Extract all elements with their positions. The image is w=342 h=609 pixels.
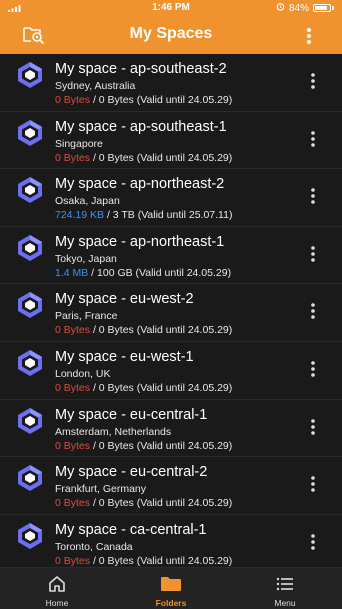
space-usage: 0 Bytes / 0 Bytes (Valid until 24.05.29) (55, 497, 232, 509)
more-vertical-icon[interactable] (310, 360, 316, 378)
space-name: My space - ap-northeast-2 (55, 176, 225, 193)
space-used: 1.4 MB (55, 266, 89, 279)
space-logo-icon (17, 522, 43, 550)
space-used: 724.19 KB (55, 209, 105, 222)
more-vertical-icon[interactable] (310, 72, 316, 90)
list-item[interactable]: My space - ca-central-1 Toronto, Canada 0 … (0, 514, 342, 568)
space-quota: / 3 TB (Valid until 25.07.11) (104, 209, 233, 222)
space-usage: 724.19 KB / 3 TB (Valid until 25.07.11) (55, 209, 232, 221)
space-used: 0 Bytes (55, 381, 91, 394)
space-usage: 0 Bytes / 0 Bytes (Valid until 24.05.29) (55, 555, 232, 567)
tab-menu[interactable]: Menu (228, 568, 342, 609)
space-logo-icon (17, 119, 43, 147)
space-used: 0 Bytes (55, 554, 91, 567)
spaces-list: My space - ap-southeast-2 Sydney, Austral… (0, 54, 342, 568)
space-location: Tokyo, Japan (55, 252, 117, 265)
space-name: My space - ap-southeast-1 (55, 118, 227, 135)
alarm-icon (276, 2, 285, 14)
list-item[interactable]: My space - eu-central-2 Frankfurt, German… (0, 457, 342, 515)
space-quota: / 0 Bytes (Valid until 24.05.29) (90, 554, 233, 567)
space-location: Paris, France (55, 310, 118, 323)
space-quota: / 0 Bytes (Valid until 24.05.29) (90, 94, 233, 106)
tab-folders-label: Folders (155, 598, 187, 608)
battery-icon (313, 4, 331, 12)
tab-home[interactable]: Home (0, 568, 114, 609)
space-name: My space - ap-northeast-1 (55, 233, 225, 250)
space-usage: 1.4 MB / 100 GB (Valid until 24.05.29) (55, 267, 231, 279)
tab-menu-label: Menu (274, 598, 296, 608)
more-vertical-icon[interactable] (310, 418, 316, 436)
list-item[interactable]: My space - eu-west-1 London, UK 0 Bytes / … (0, 341, 342, 400)
space-location: Toronto, Canada (55, 540, 133, 553)
battery-status: 84% (276, 2, 334, 14)
space-used: 0 Bytes (55, 439, 91, 452)
space-location: Amsterdam, Netherlands (55, 425, 172, 438)
list-item[interactable]: My space - ap-southeast-1 Singapore 0 Byte… (0, 111, 342, 170)
space-used: 0 Bytes (55, 497, 91, 510)
space-location: Sydney, Australia (55, 80, 136, 92)
space-logo-icon (17, 234, 43, 262)
list-menu-icon (276, 577, 293, 591)
battery-text: 84% (288, 2, 309, 14)
space-used: 0 Bytes (55, 324, 91, 337)
space-usage: 0 Bytes / 0 Bytes (Valid until 24.05.29) (55, 94, 232, 106)
more-vertical-icon[interactable] (310, 533, 316, 551)
space-location: Singapore (55, 137, 103, 150)
home-icon (49, 576, 65, 592)
tab-home-label: Home (45, 598, 69, 608)
list-item[interactable]: My space - eu-central-1 Amsterdam, Nether… (0, 399, 342, 458)
space-used: 0 Bytes (55, 151, 91, 164)
top-bar: 1:46 PM 84% My Spaces (0, 0, 342, 54)
space-name: My space - ap-southeast-2 (55, 61, 227, 77)
more-vertical-icon[interactable] (310, 475, 316, 493)
space-quota: / 0 Bytes (Valid until 24.05.29) (90, 381, 233, 394)
tab-folders[interactable]: Folders (114, 568, 228, 609)
space-quota: / 0 Bytes (Valid until 24.05.29) (90, 439, 233, 452)
folder-icon (161, 577, 181, 591)
space-logo-icon (17, 349, 43, 377)
more-vertical-icon[interactable] (310, 187, 316, 205)
space-location: Osaka, Japan (55, 195, 120, 208)
space-quota: / 100 GB (Valid until 24.05.29) (88, 266, 232, 279)
space-name: My space - ca-central-1 (55, 521, 207, 538)
list-item[interactable]: My space - eu-west-2 Paris, France 0 Bytes… (0, 284, 342, 342)
space-quota: / 0 Bytes (Valid until 24.05.29) (90, 151, 233, 164)
space-usage: 0 Bytes / 0 Bytes (Valid until 24.05.29) (55, 440, 232, 452)
space-name: My space - eu-central-1 (55, 406, 208, 423)
list-item[interactable]: My space - ap-southeast-2 Sydney, Austral… (0, 54, 342, 112)
more-vertical-icon[interactable] (310, 302, 316, 320)
more-vertical-icon[interactable] (310, 245, 316, 263)
space-name: My space - eu-west-1 (55, 348, 194, 365)
app-header: My Spaces (0, 18, 342, 52)
space-usage: 0 Bytes / 0 Bytes (Valid until 24.05.29) (55, 382, 232, 394)
space-location: Frankfurt, Germany (55, 483, 147, 496)
list-item[interactable]: My space - ap-northeast-2 Osaka, Japan 724… (0, 169, 342, 227)
bottom-tab-bar: Home Folders Menu (0, 567, 342, 609)
space-logo-icon (17, 291, 43, 319)
space-logo-icon (17, 176, 43, 204)
list-item[interactable]: My space - ap-northeast-1 Tokyo, Japan 1.4… (0, 226, 342, 285)
space-usage: 0 Bytes / 0 Bytes (Valid until 24.05.29) (55, 324, 232, 336)
space-used: 0 Bytes (55, 94, 91, 106)
space-name: My space - eu-central-2 (55, 464, 208, 481)
space-logo-icon (17, 407, 43, 435)
space-quota: / 0 Bytes (Valid until 24.05.29) (90, 324, 233, 337)
status-bar: 1:46 PM 84% (0, 0, 342, 16)
more-vertical-icon[interactable] (304, 26, 314, 46)
space-location: London, UK (55, 367, 111, 380)
page-title: My Spaces (129, 25, 213, 42)
space-logo-icon (17, 464, 43, 492)
more-vertical-icon[interactable] (310, 130, 316, 148)
space-name: My space - eu-west-2 (55, 291, 194, 308)
space-usage: 0 Bytes / 0 Bytes (Valid until 24.05.29) (55, 152, 232, 164)
space-quota: / 0 Bytes (Valid until 24.05.29) (90, 497, 233, 510)
space-logo-icon (17, 61, 43, 89)
